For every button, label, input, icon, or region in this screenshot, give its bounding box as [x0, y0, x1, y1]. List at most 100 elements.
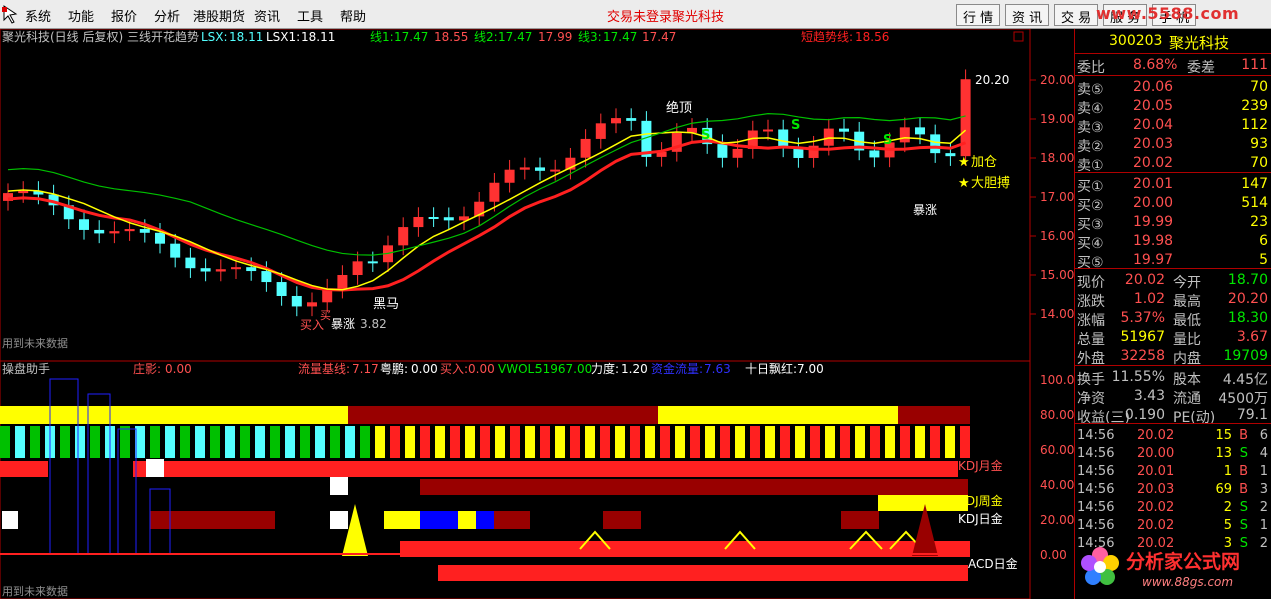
menu-function[interactable]: 功能 [68, 6, 94, 25]
kdj-day-yellow-b [458, 511, 476, 529]
sub-axis: 100.00 80.00 60.00 40.00 20.00 0.00 [1040, 373, 1074, 562]
signal-column [90, 426, 100, 458]
signal-column [345, 426, 355, 458]
line3-label: 线3: [578, 30, 602, 44]
line2-b: 17.99 [538, 30, 572, 44]
candle-body [185, 257, 196, 269]
svg-text:15.00: 15.00 [1040, 268, 1074, 282]
menu-tools[interactable]: 工具 [297, 6, 323, 25]
maximize-icon[interactable] [1013, 31, 1024, 42]
kdj-day-band-b [494, 511, 530, 529]
signal-column [240, 426, 250, 458]
signal-column [405, 426, 415, 458]
candle-body [519, 167, 530, 170]
kdj-month-label: KDJ月金 [958, 458, 1003, 473]
svg-text:80.00: 80.00 [1040, 408, 1074, 422]
candle-body [732, 148, 743, 158]
candle-body [489, 182, 500, 202]
signal-column [720, 426, 730, 458]
svg-text:17.00: 17.00 [1040, 190, 1074, 204]
svg-text:14.00: 14.00 [1040, 307, 1074, 321]
stat-row: 现价 20.02 今开 18.70 [1077, 272, 1268, 291]
annotation-buy2: 买 [320, 309, 331, 322]
signal-column [615, 426, 625, 458]
line1-b: 18.55 [434, 30, 468, 44]
mr-value: 0.00 [468, 362, 495, 376]
kdj-day-blue-b [476, 511, 494, 529]
marker-white-1 [146, 459, 164, 477]
lsx-label: LSX: [201, 30, 228, 44]
candle-body [778, 129, 789, 148]
annotation-high: 20.20 [975, 73, 1009, 87]
vwol-label: VWOL: [498, 362, 538, 376]
signal-column [195, 426, 205, 458]
signal-column [840, 426, 850, 458]
signal-column [870, 426, 880, 458]
zy-value: 0.00 [165, 362, 192, 376]
sell-signal-1: S [701, 128, 710, 143]
tab-news[interactable]: 资 讯 [1005, 4, 1050, 26]
signal-column [510, 426, 520, 458]
line1-label: 线1: [370, 30, 394, 44]
svg-text:20.00: 20.00 [1040, 73, 1074, 87]
svg-text:18.00: 18.00 [1040, 151, 1074, 165]
annotation-peak: 绝顶 [666, 100, 692, 116]
signal-column [270, 426, 280, 458]
trend-lines [7, 113, 967, 292]
signal-column [360, 426, 370, 458]
signal-column [150, 426, 160, 458]
signal-column [225, 426, 235, 458]
menu-help[interactable]: 帮助 [340, 6, 366, 25]
menu-news[interactable]: 资讯 [254, 6, 280, 25]
menu-hk-futures[interactable]: 港股期货 [193, 6, 245, 25]
candle-body [930, 134, 941, 154]
tab-trade[interactable]: 交 易 [1054, 4, 1099, 26]
marker-white-2 [330, 477, 348, 495]
fund-row: 换手 11.55% 股本 4.45亿 [1077, 369, 1268, 388]
candle-body [215, 269, 226, 272]
candle-body [443, 217, 454, 221]
sub-chart-title: 操盘助手 [2, 361, 50, 376]
svg-text:20.00: 20.00 [1040, 513, 1074, 527]
main-chart-frame [0, 29, 1031, 362]
signal-column [255, 426, 265, 458]
candle-body [626, 118, 637, 121]
signal-column [525, 426, 535, 458]
menu-quote[interactable]: 报价 [111, 6, 137, 25]
candle-body [839, 128, 849, 132]
menu-analysis[interactable]: 分析 [154, 6, 180, 25]
ask-row: 卖① 20.02 70 [1077, 155, 1268, 174]
ask-row: 卖④ 20.05 239 [1077, 98, 1268, 117]
annotation-blackhorse: 黑马 [373, 297, 399, 312]
candle-body [200, 268, 211, 272]
signal-column [480, 426, 490, 458]
kdj-month-band-b [133, 461, 958, 477]
menu-system[interactable]: 系统 [25, 6, 51, 25]
main-chart-title: 聚光科技(日线 后复权) 三线开花趋势 [2, 29, 199, 44]
marker-white-4 [330, 511, 348, 529]
signal-column [930, 426, 940, 458]
sub-future-data-note: 用到未来数据 [2, 584, 68, 598]
kdj-day-band-a [150, 511, 275, 529]
chart-area[interactable]: 聚光科技(日线 后复权) 三线开花趋势 LSX: 18.11 LSX1: 18.… [0, 29, 1074, 599]
lsx1-label: LSX1: [266, 30, 300, 44]
ask-row: 卖③ 20.04 112 [1077, 117, 1268, 136]
annotation-surge: 暴涨 [331, 316, 355, 331]
signal-column [570, 426, 580, 458]
signal-column [495, 426, 505, 458]
candle-body [899, 127, 910, 143]
candle-body [109, 231, 120, 234]
candle-body [945, 153, 956, 157]
signal-column [705, 426, 715, 458]
signal-column [780, 426, 790, 458]
candle-body [367, 261, 378, 264]
sub-indicator-bands [0, 378, 970, 581]
line2-label: 线2: [474, 30, 498, 44]
svg-text:60.00: 60.00 [1040, 443, 1074, 457]
ld-value: 1.20 [621, 362, 648, 376]
sr-value: 7.00 [797, 362, 824, 376]
app-logo-icon[interactable] [2, 4, 18, 24]
tab-market[interactable]: 行 情 [956, 4, 1001, 26]
ask-row: 卖⑤ 20.06 70 [1077, 79, 1268, 98]
candle-body [352, 261, 363, 275]
